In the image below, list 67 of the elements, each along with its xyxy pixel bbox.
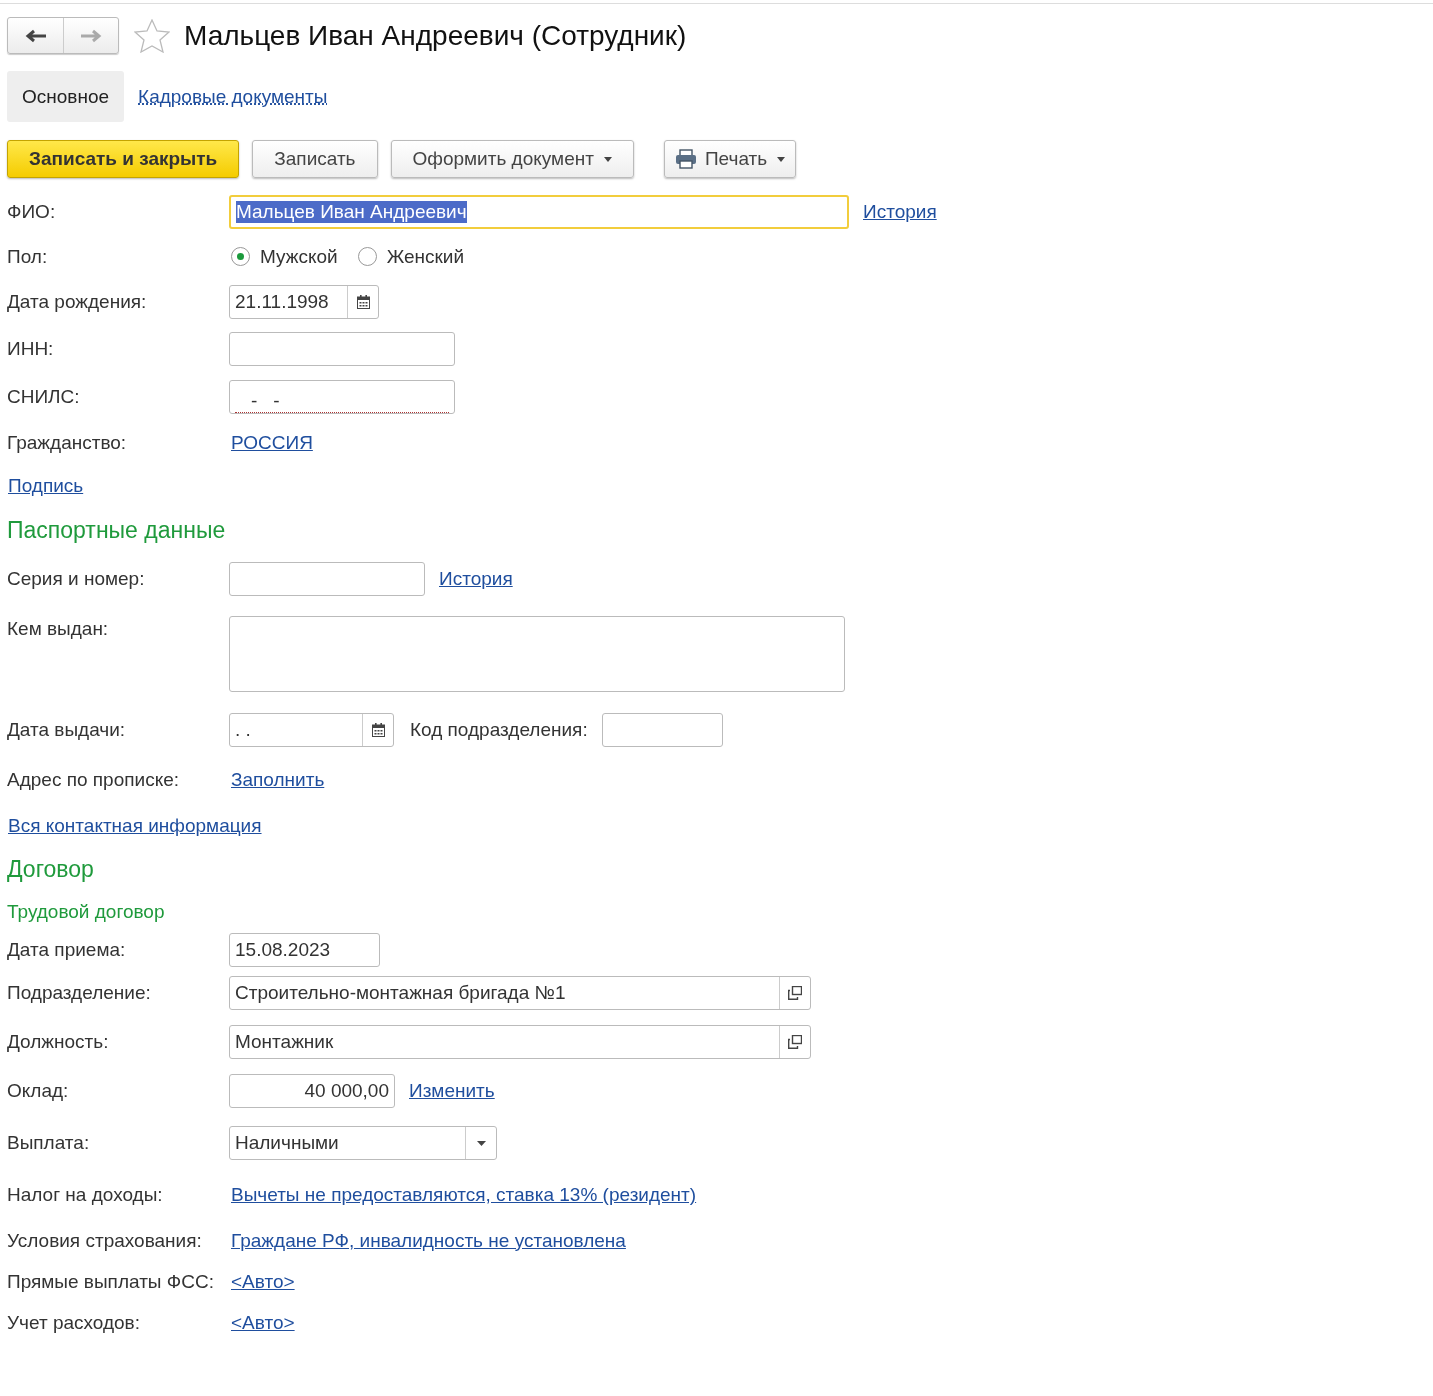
field-label: Пол: (7, 245, 49, 268)
radio-option[interactable]: Женский (355, 245, 465, 268)
calendar-icon (356, 295, 370, 309)
create-document-button[interactable]: Оформить документ (390, 140, 634, 178)
link[interactable]: История (439, 568, 513, 590)
field-label: Адрес по прописке: (7, 769, 180, 791)
reference-field[interactable]: Строительно-монтажная бригада №1 (229, 975, 811, 1010)
field-label: ИНН: (7, 338, 55, 360)
forward-arrow-icon (80, 28, 102, 43)
link[interactable]: Вычеты не предоставляются, ставка 13% (резидент) (231, 1184, 697, 1206)
link[interactable]: Граждане РФ, инвалидность не установлена (231, 1229, 626, 1252)
link[interactable]: <Авто> (231, 1311, 295, 1334)
field-label: Кем выдан: (7, 618, 110, 640)
field-label: Оклад: (7, 1080, 70, 1102)
caret-icon (603, 156, 612, 162)
field-label: ФИО: (7, 201, 57, 223)
date-field[interactable]: 21.11.1998 (229, 285, 379, 319)
field-label: Подразделение: (7, 981, 152, 1004)
print-button[interactable]: Печать (663, 140, 797, 178)
tab[interactable]: Кадровые документы (138, 85, 328, 108)
field-label: Дата рождения: (7, 291, 148, 313)
link[interactable]: Вся контактная информация (8, 815, 262, 837)
field-label: Выплата: (7, 1132, 91, 1154)
link[interactable]: <Авто> (231, 1270, 295, 1293)
save-and-close-button[interactable]: Записать и закрыть (7, 140, 240, 178)
text-area[interactable] (229, 616, 845, 692)
section-heading: Паспортные данные (7, 516, 226, 544)
field-label: Должность: (7, 1030, 110, 1053)
field-label: Гражданство: (7, 432, 128, 454)
tab[interactable]: Основное (7, 71, 125, 122)
field-label: Учет расходов: (7, 1311, 141, 1334)
caret-icon (476, 1140, 486, 1146)
text-field[interactable] (229, 562, 425, 596)
link[interactable]: РОССИЯ (231, 432, 313, 454)
section-heading: Договор (7, 856, 94, 883)
calendar-icon (371, 723, 385, 737)
field-label: Код подразделения: (410, 719, 588, 741)
field-label: Серия и номер: (7, 568, 146, 590)
text-field[interactable]: 15.08.2023 (229, 933, 380, 967)
text-field[interactable] (601, 713, 723, 747)
printer-icon (674, 149, 697, 169)
field-label: Условия страхования: (7, 1229, 203, 1252)
reference-field[interactable]: Монтажник (229, 1024, 811, 1059)
field-label: Прямые выплаты ФСС: (7, 1270, 215, 1293)
radio-option[interactable]: Мужской (229, 245, 338, 268)
dropdown-field[interactable]: Наличными (229, 1126, 497, 1160)
link[interactable]: История (863, 201, 937, 223)
back-arrow-icon (24, 28, 47, 43)
date-field[interactable]: . . (229, 713, 394, 747)
link[interactable]: Изменить (409, 1080, 495, 1102)
star-icon[interactable] (134, 18, 170, 53)
link[interactable]: Заполнить (231, 769, 325, 791)
masked-field[interactable]: - - (229, 380, 455, 414)
open-window-icon (788, 1034, 802, 1049)
open-window-icon (788, 985, 802, 1000)
field-label: Дата выдачи: (7, 719, 127, 741)
text-field[interactable]: Мальцев Иван Андреевич (229, 195, 849, 229)
window-title: Мальцев Иван Андреевич (Сотрудник) (184, 19, 687, 52)
field-label: Налог на доходы: (7, 1184, 164, 1206)
group-heading: Трудовой договор (7, 901, 165, 923)
field-label: Дата приема: (7, 939, 127, 961)
link[interactable]: Подпись (8, 475, 84, 497)
save-button[interactable]: Записать (252, 140, 378, 178)
field-label: СНИЛС: (7, 386, 81, 408)
number-field[interactable]: 40 000,00 (229, 1074, 395, 1108)
text-field[interactable] (229, 332, 455, 366)
caret-icon (777, 156, 786, 162)
